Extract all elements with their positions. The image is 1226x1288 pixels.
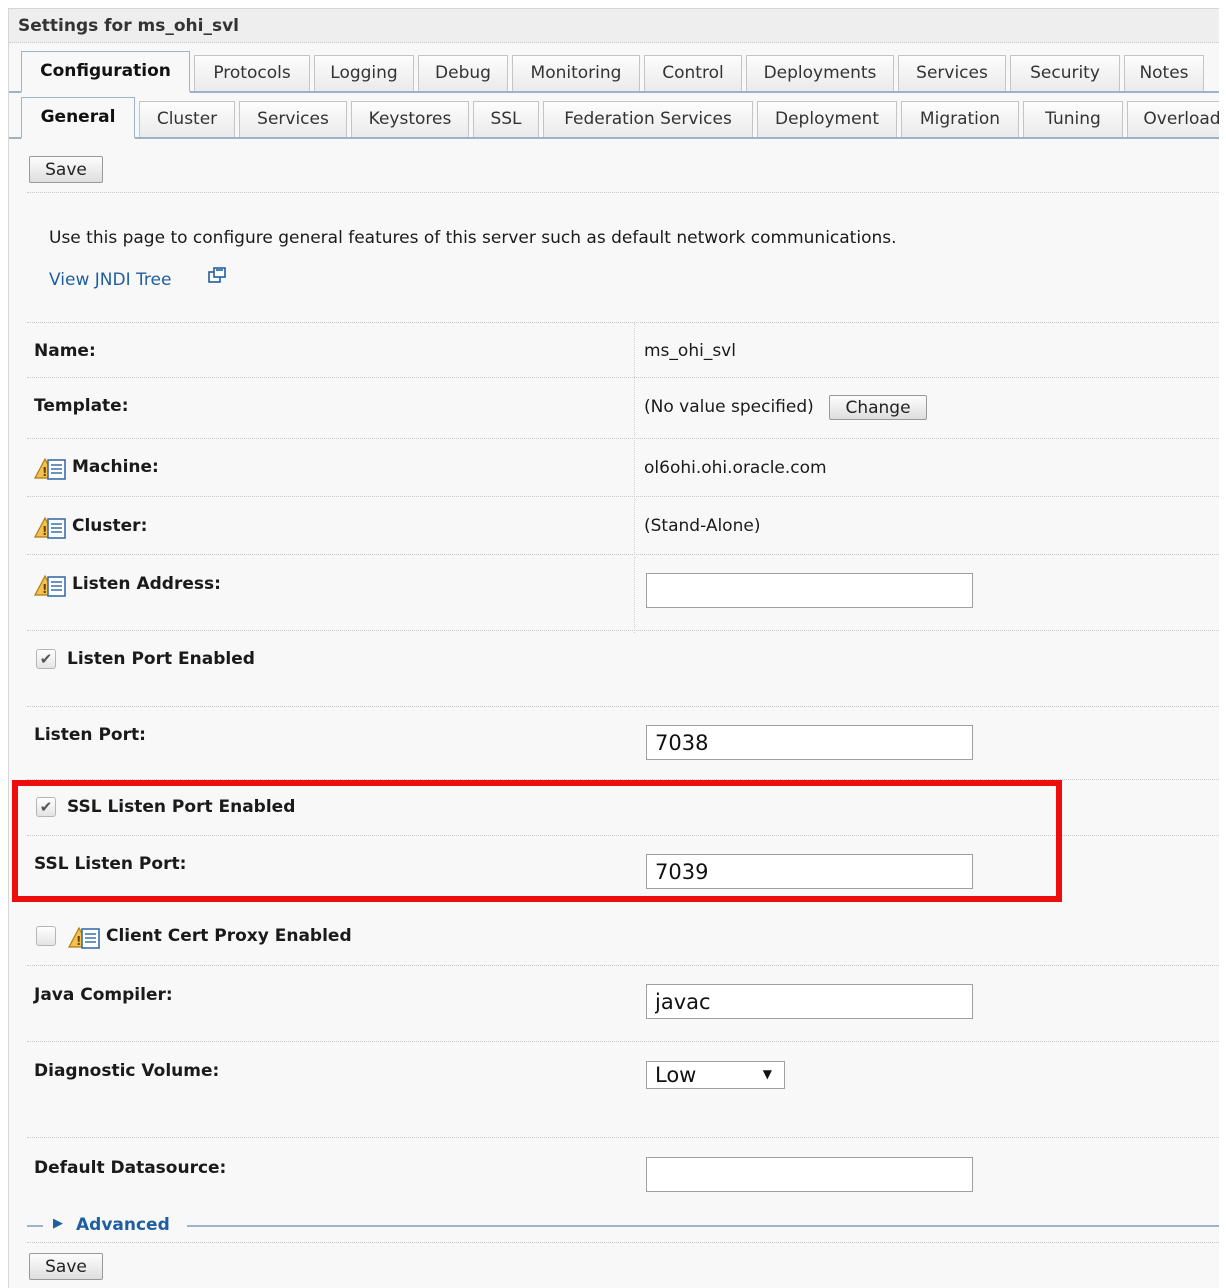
- java-compiler-input[interactable]: [646, 984, 973, 1019]
- info-warning-icon: !: [68, 926, 100, 949]
- name-label: Name:: [34, 341, 96, 361]
- tab-control[interactable]: Control: [644, 55, 742, 91]
- svg-text:!: !: [42, 465, 47, 479]
- subtab-federation-services[interactable]: Federation Services: [543, 101, 753, 137]
- svg-text:!: !: [42, 582, 47, 596]
- tab-deployments[interactable]: Deployments: [746, 55, 894, 91]
- highlight-box: [12, 780, 1062, 902]
- default-datasource-label: Default Datasource:: [34, 1158, 227, 1178]
- advanced-toggle[interactable]: Advanced: [76, 1215, 170, 1235]
- client-cert-proxy-enabled-checkbox[interactable]: [36, 926, 56, 946]
- info-warning-icon: !: [34, 457, 66, 480]
- diagnostic-volume-value: Low: [655, 1063, 697, 1087]
- cluster-label: Cluster:: [72, 516, 148, 536]
- secondary-tab-bar: General Cluster Services Keystores SSL F…: [9, 97, 1219, 139]
- svg-text:!: !: [76, 934, 81, 948]
- tab-services[interactable]: Services: [898, 55, 1006, 91]
- cluster-value: (Stand-Alone): [644, 516, 761, 536]
- checkmark-icon: ✔: [39, 650, 53, 668]
- diagnostic-volume-label: Diagnostic Volume:: [34, 1061, 220, 1081]
- subtab-services[interactable]: Services: [239, 101, 347, 137]
- subtab-general[interactable]: General: [21, 97, 135, 139]
- client-cert-proxy-enabled-label: Client Cert Proxy Enabled: [106, 926, 352, 946]
- listen-address-label: Listen Address:: [72, 574, 221, 594]
- machine-value: ol6ohi.ohi.oracle.com: [644, 458, 827, 478]
- save-button-bottom[interactable]: Save: [29, 1253, 103, 1280]
- triangle-right-icon[interactable]: ▶: [53, 1216, 63, 1231]
- machine-label: Machine:: [72, 457, 159, 477]
- listen-port-input[interactable]: [646, 725, 973, 760]
- advanced-rule-right: [187, 1225, 1219, 1227]
- subtab-overload[interactable]: Overload: [1127, 101, 1219, 137]
- tab-monitoring[interactable]: Monitoring: [512, 55, 640, 91]
- tab-security[interactable]: Security: [1010, 55, 1120, 91]
- info-warning-icon: !: [34, 574, 66, 597]
- external-link-icon[interactable]: [207, 267, 227, 285]
- template-value: (No value specified): [644, 397, 814, 417]
- info-warning-icon: !: [34, 516, 66, 539]
- chevron-down-icon: ▼: [762, 1067, 772, 1081]
- template-label: Template:: [34, 396, 129, 416]
- primary-tab-bar: Configuration Protocols Logging Debug Mo…: [9, 51, 1219, 93]
- svg-text:!: !: [42, 524, 47, 538]
- default-datasource-input[interactable]: [646, 1157, 973, 1192]
- listen-port-enabled-checkbox[interactable]: ✔: [36, 649, 56, 669]
- advanced-rule-left: [27, 1225, 43, 1227]
- java-compiler-label: Java Compiler:: [34, 985, 173, 1005]
- listen-address-input[interactable]: [646, 573, 973, 608]
- tab-debug[interactable]: Debug: [418, 55, 508, 91]
- subtab-migration[interactable]: Migration: [901, 101, 1019, 137]
- tab-configuration[interactable]: Configuration: [21, 51, 190, 93]
- listen-port-label: Listen Port:: [34, 725, 146, 745]
- settings-panel: Settings for ms_ohi_svl Configuration Pr…: [8, 8, 1219, 1288]
- template-change-button[interactable]: Change: [829, 395, 927, 420]
- view-jndi-tree-link[interactable]: View JNDI Tree: [49, 270, 171, 290]
- tab-notes[interactable]: Notes: [1124, 55, 1204, 91]
- subtab-tuning[interactable]: Tuning: [1023, 101, 1123, 137]
- subtab-cluster[interactable]: Cluster: [139, 101, 235, 137]
- page-title: Settings for ms_ohi_svl: [9, 9, 1219, 43]
- subtab-keystores[interactable]: Keystores: [351, 101, 469, 137]
- save-button-top[interactable]: Save: [29, 156, 103, 183]
- listen-port-enabled-label: Listen Port Enabled: [67, 649, 255, 669]
- subtab-deployment[interactable]: Deployment: [757, 101, 897, 137]
- tab-logging[interactable]: Logging: [314, 55, 414, 91]
- subtab-ssl[interactable]: SSL: [473, 101, 539, 137]
- diagnostic-volume-select[interactable]: Low ▼: [646, 1061, 785, 1089]
- name-value: ms_ohi_svl: [644, 341, 736, 361]
- tab-protocols[interactable]: Protocols: [194, 55, 310, 91]
- page-description: Use this page to configure general featu…: [49, 228, 897, 248]
